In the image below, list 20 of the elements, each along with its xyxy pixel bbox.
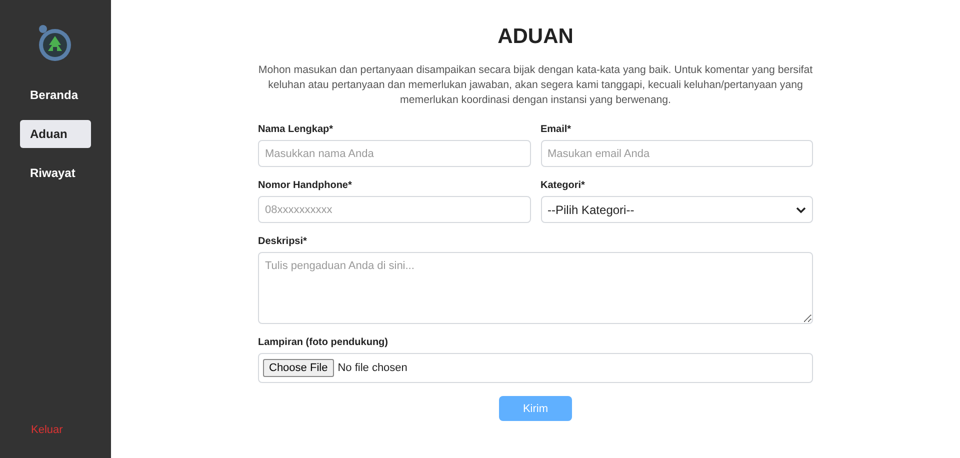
input-field[interactable]: 08xxxxxxxxxx — [258, 196, 530, 223]
input-field[interactable]: Masukkan nama Anda — [258, 140, 530, 167]
file-status: No file chosen — [338, 362, 408, 374]
field-label: Kategori* — [540, 180, 586, 191]
choose-file-button[interactable]: Choose File — [263, 359, 334, 377]
field-label: Nama Lengkap* — [258, 124, 334, 135]
input-field[interactable]: Masukan email Anda — [540, 140, 813, 167]
category-select[interactable]: --Pilih Kategori-- — [540, 196, 813, 223]
page-description: Mohon masukan dan pertanyaan disampaikan secara bijak dengan kata-kata yang baik. Untuk komentar yang bersifat keluhan atau pertanyaan dan memerlukan jawaban, akan segera kami tanggapi, kecuali keluhan/pertanyaan yang memerlukan koordinasi dengan instansi yang berwenang. — [257, 63, 814, 108]
page-title: ADUAN — [496, 25, 574, 49]
field-label: Nomor Handphone* — [258, 180, 353, 191]
nav-item[interactable]: Beranda — [20, 81, 91, 109]
chevron-down-icon — [796, 206, 806, 214]
field-label: Deskripsi* — [258, 236, 308, 247]
nav-item[interactable]: Aduan — [20, 120, 91, 148]
description-field[interactable]: Tulis pengaduan Anda di sini... — [258, 252, 813, 324]
file-field[interactable]: Choose File No file chosen — [258, 353, 813, 383]
field-label: Lampiran (foto pendukung) — [258, 337, 389, 348]
field-label: Email* — [540, 124, 572, 135]
nav-item[interactable]: Riwayat — [20, 159, 91, 187]
